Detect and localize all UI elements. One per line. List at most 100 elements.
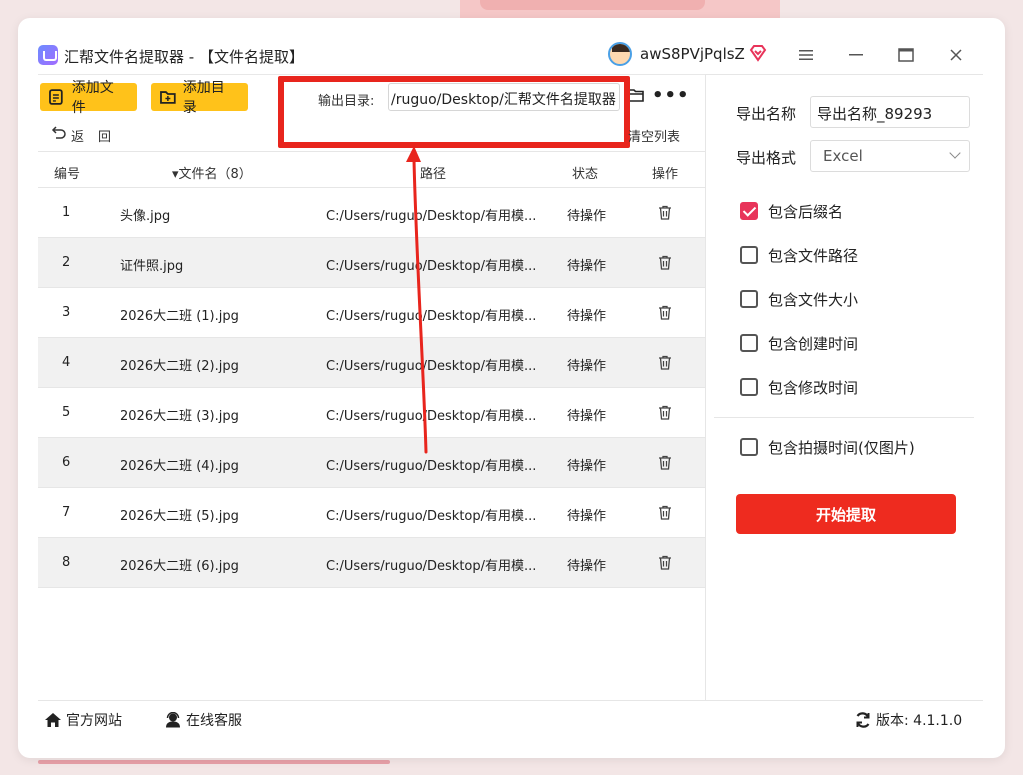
option-label: 包含文件大小 <box>768 290 859 309</box>
row-status: 待操作 <box>567 309 607 324</box>
background-scroll-bar <box>38 760 390 764</box>
table-row[interactable]: 8 2026大二班 (6).jpg C:/Users/ruguo/Desktop… <box>38 538 705 588</box>
output-dir-label: 输出目录: <box>318 94 375 109</box>
start-extract-button[interactable]: 开始提取 <box>736 494 956 534</box>
divider <box>714 417 974 418</box>
close-icon[interactable] <box>943 42 969 68</box>
export-name-label: 导出名称 <box>736 105 797 123</box>
row-filename: 2026大二班 (2).jpg <box>120 359 239 374</box>
username[interactable]: awS8PVjPqlsZ <box>640 45 745 63</box>
row-filename: 2026大二班 (6).jpg <box>120 559 239 574</box>
add-file-button[interactable]: 添加文件 <box>40 80 137 116</box>
table-row[interactable]: 7 2026大二班 (5).jpg C:/Users/ruguo/Desktop… <box>38 488 705 538</box>
delete-icon[interactable] <box>658 555 672 570</box>
row-path: C:/Users/ruguo/Desktop/有用模... <box>326 209 537 224</box>
option-label: 包含后缀名 <box>768 202 844 221</box>
option-include-size[interactable]: 包含文件大小 <box>740 289 858 309</box>
row-number: 8 <box>62 555 71 570</box>
table-row[interactable]: 5 2026大二班 (3).jpg C:/Users/ruguo/Desktop… <box>38 388 705 438</box>
delete-icon[interactable] <box>658 205 672 220</box>
checkbox-icon[interactable] <box>740 438 758 456</box>
checkbox-icon[interactable] <box>740 378 758 396</box>
option-include-extension[interactable]: 包含后缀名 <box>740 201 843 221</box>
row-number: 5 <box>62 405 71 420</box>
minimize-icon[interactable] <box>843 42 869 68</box>
export-name-input[interactable]: 导出名称_89293 <box>810 96 970 128</box>
option-include-path[interactable]: 包含文件路径 <box>740 245 858 265</box>
option-include-photo-time[interactable]: 包含拍摄时间(仅图片) <box>740 437 915 457</box>
row-path: C:/Users/ruguo/Desktop/有用模... <box>326 559 537 574</box>
footer: 官方网站 在线客服 版本: 4.1.1.0 <box>38 700 983 736</box>
back-button[interactable]: 返回 <box>71 126 125 145</box>
title-bar: 汇帮文件名提取器 - 【文件名提取】 awS8PVjPqlsZ <box>18 18 1005 74</box>
option-label: 包含修改时间 <box>768 378 859 397</box>
header-number: 编号 <box>54 167 81 182</box>
row-status: 待操作 <box>567 459 607 474</box>
delete-icon[interactable] <box>658 405 672 420</box>
delete-icon[interactable] <box>658 355 672 370</box>
official-website-link[interactable]: 官方网站 <box>44 710 122 730</box>
row-filename: 2026大二班 (5).jpg <box>120 509 239 524</box>
header-filename[interactable]: ▾文件名（8） <box>172 163 252 182</box>
delete-icon[interactable] <box>658 505 672 520</box>
back-arrow-icon[interactable] <box>50 125 66 143</box>
row-filename: 头像.jpg <box>120 209 171 224</box>
header-path: 路径 <box>420 167 447 182</box>
more-options-icon[interactable]: ••• <box>652 85 690 106</box>
user-avatar[interactable] <box>608 42 632 66</box>
online-support-link[interactable]: 在线客服 <box>164 710 242 730</box>
version-info[interactable]: 版本: 4.1.1.0 <box>854 710 962 730</box>
delete-icon[interactable] <box>658 455 672 470</box>
table-header: 编号 ▾文件名（8） 路径 状态 操作 <box>38 151 705 188</box>
add-directory-button[interactable]: 添加目录 <box>151 80 248 116</box>
app-window: 汇帮文件名提取器 - 【文件名提取】 awS8PVjPqlsZ 添加文件 添加目… <box>18 18 1005 758</box>
delete-icon[interactable] <box>658 305 672 320</box>
add-file-icon <box>49 89 63 105</box>
table-row[interactable]: 4 2026大二班 (2).jpg C:/Users/ruguo/Desktop… <box>38 338 705 388</box>
chevron-down-icon <box>949 147 961 159</box>
row-filename: 2026大二班 (4).jpg <box>120 459 239 474</box>
vip-diamond-icon[interactable] <box>749 44 767 62</box>
file-table: 编号 ▾文件名（8） 路径 状态 操作 1 头像.jpg C:/Users/ru… <box>38 151 705 588</box>
checkbox-checked-icon[interactable] <box>740 202 758 220</box>
add-directory-label: 添加目录 <box>182 80 225 116</box>
support-label: 在线客服 <box>186 713 242 729</box>
menu-icon[interactable] <box>793 42 819 68</box>
table-row[interactable]: 2 证件照.jpg C:/Users/ruguo/Desktop/有用模... … <box>38 238 705 288</box>
option-include-created[interactable]: 包含创建时间 <box>740 333 858 353</box>
row-path: C:/Users/ruguo/Desktop/有用模... <box>326 509 537 524</box>
app-logo-icon <box>38 45 58 65</box>
export-format-select[interactable]: Excel <box>810 140 970 172</box>
row-number: 7 <box>62 505 71 520</box>
open-folder-icon[interactable] <box>628 88 644 102</box>
row-path: C:/Users/ruguo/Desktop/有用模... <box>326 359 537 374</box>
clear-list-button[interactable]: 清空列表 <box>628 126 680 145</box>
row-path: C:/Users/ruguo/Desktop/有用模... <box>326 409 537 424</box>
add-folder-icon <box>160 91 176 104</box>
file-list-panel: 添加文件 添加目录 输出目录: /ruguo/Desktop/汇帮文件名提取器 … <box>38 74 705 700</box>
table-row[interactable]: 6 2026大二班 (4).jpg C:/Users/ruguo/Desktop… <box>38 438 705 488</box>
refresh-icon <box>856 712 870 728</box>
row-path: C:/Users/ruguo/Desktop/有用模... <box>326 309 537 324</box>
option-include-modified[interactable]: 包含修改时间 <box>740 377 858 397</box>
export-format-value: Excel <box>823 147 863 165</box>
delete-icon[interactable] <box>658 255 672 270</box>
home-icon <box>45 713 61 727</box>
output-dir-input[interactable]: /ruguo/Desktop/汇帮文件名提取器 <box>388 83 620 111</box>
row-number: 6 <box>62 455 71 470</box>
export-settings-panel: 导出名称 导出名称_89293 导出格式 Excel 包含后缀名 包含文件路径 … <box>705 74 983 700</box>
background-shape-inner <box>480 0 705 10</box>
table-row[interactable]: 3 2026大二班 (1).jpg C:/Users/ruguo/Desktop… <box>38 288 705 338</box>
checkbox-icon[interactable] <box>740 290 758 308</box>
row-status: 待操作 <box>567 209 607 224</box>
option-label: 包含拍摄时间(仅图片) <box>768 438 915 457</box>
row-status: 待操作 <box>567 559 607 574</box>
table-row[interactable]: 1 头像.jpg C:/Users/ruguo/Desktop/有用模... 待… <box>38 188 705 238</box>
maximize-icon[interactable] <box>893 42 919 68</box>
row-number: 1 <box>62 205 71 220</box>
row-number: 3 <box>62 305 71 320</box>
checkbox-icon[interactable] <box>740 246 758 264</box>
row-status: 待操作 <box>567 359 607 374</box>
export-format-label: 导出格式 <box>736 149 797 167</box>
checkbox-icon[interactable] <box>740 334 758 352</box>
